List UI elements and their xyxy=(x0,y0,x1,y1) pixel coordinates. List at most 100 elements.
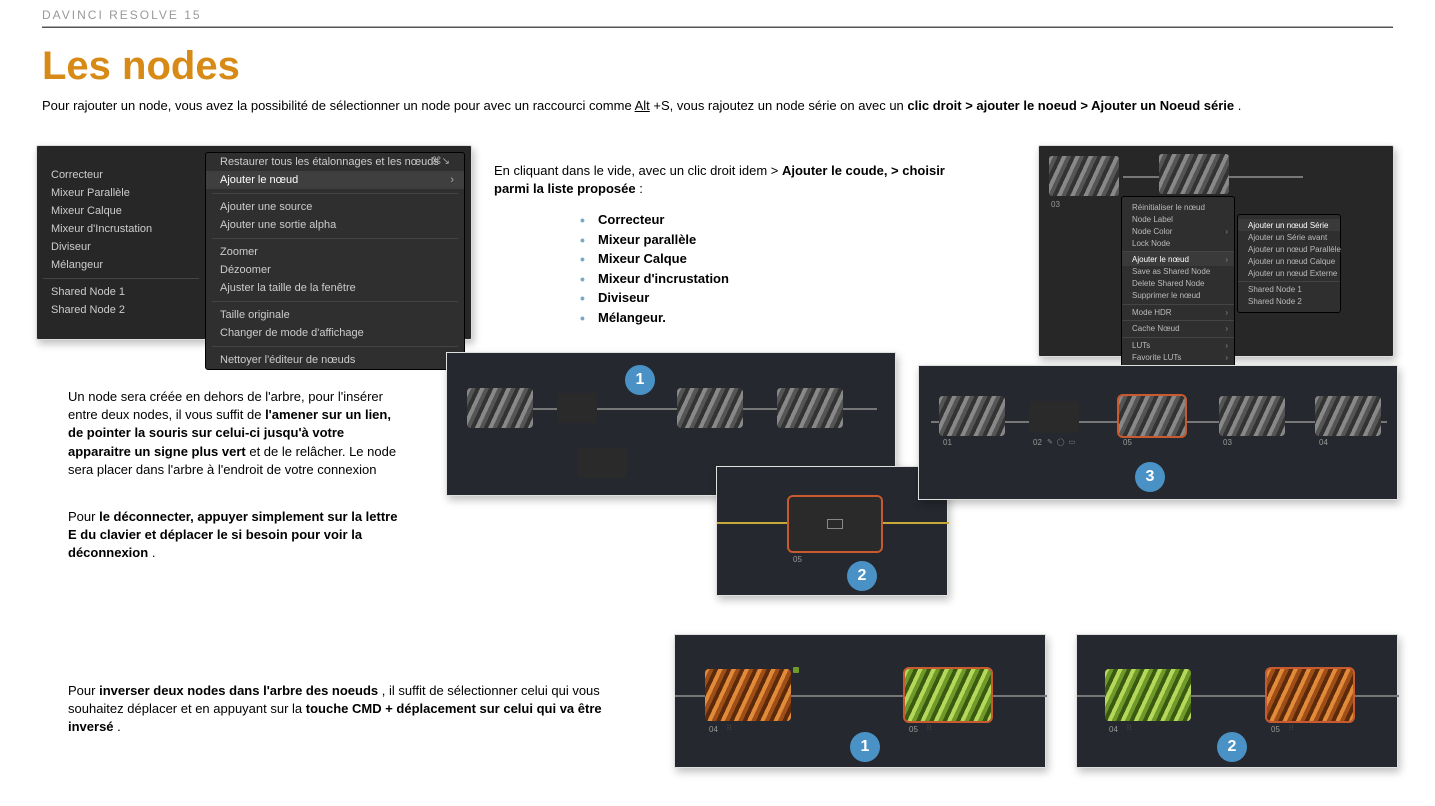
ctx1-left-item[interactable]: Mixeur d'Incrustation xyxy=(37,220,205,238)
para3-a: Pour xyxy=(68,509,99,524)
ctx1-left-column: Correcteur Mixeur Parallèle Mixeur Calqu… xyxy=(37,146,205,339)
ctx1-clean[interactable]: Nettoyer l'éditeur de nœuds xyxy=(206,351,464,369)
ctx2-menu-item[interactable]: Cache Nœud xyxy=(1122,320,1234,335)
badge-1: 1 xyxy=(625,365,655,395)
np5-node-05[interactable] xyxy=(1267,669,1353,721)
ctx1-left-item[interactable]: Shared Node 1 xyxy=(37,283,205,301)
ctx2-menu-item[interactable]: Favorite LUTs xyxy=(1122,351,1234,363)
list-item: Mélangeur. xyxy=(584,308,984,328)
ctx2-submenu-item[interactable]: Shared Node 1 xyxy=(1238,281,1340,296)
ctx2-menu-item[interactable]: Réinitialiser le nœud xyxy=(1122,201,1234,213)
header-rule xyxy=(42,26,1393,28)
intro-alt-key: Alt xyxy=(635,98,650,113)
ctx1-add-source[interactable]: Ajouter une source xyxy=(206,198,464,216)
np3-node[interactable] xyxy=(1029,401,1079,433)
ctx1-left-item[interactable]: Mélangeur xyxy=(37,256,205,274)
ctx1-zoom-in[interactable]: Zoomer xyxy=(206,243,464,261)
node-panel-4: 04 ⫶⫶ 05 ⫶⫶ 1 xyxy=(674,634,1046,768)
np2-node-label: 05 xyxy=(793,555,802,564)
list-item: Diviseur xyxy=(584,288,984,308)
np3-label: 01 xyxy=(943,438,952,447)
np3-node[interactable] xyxy=(1219,396,1285,436)
np3-icons: ✎ ◯ ▭ xyxy=(1047,438,1076,446)
np4-node-04[interactable] xyxy=(705,669,791,721)
ctx1-left-item[interactable]: Diviseur xyxy=(37,238,205,256)
paragraph-disconnect: Pour le déconnecter, appuyer simplement … xyxy=(68,508,408,563)
node-panel-5: 04 ⫶⫶ 05 ⫶⫶ 2 xyxy=(1076,634,1398,768)
np1-node[interactable] xyxy=(467,388,533,428)
ctx2-thumb-right xyxy=(1159,154,1229,194)
np5-icons: ⫶⫶ xyxy=(1127,725,1133,733)
ctx2-menu-item[interactable]: Node Color xyxy=(1122,225,1234,237)
list-item: Mixeur Calque xyxy=(584,249,984,269)
ctx2-menu-item[interactable]: Lock Node xyxy=(1122,237,1234,249)
np3-node[interactable] xyxy=(1315,396,1381,436)
ctx2-menu-item[interactable]: Supprimer le nœud xyxy=(1122,290,1234,302)
para3-b: le déconnecter, appuyer simplement sur l… xyxy=(68,509,397,560)
np1-node[interactable] xyxy=(777,388,843,428)
np5-label: 05 xyxy=(1271,725,1280,734)
intro-bold: clic droit > ajouter le noeud > Ajouter … xyxy=(907,98,1234,113)
np4-node-05[interactable] xyxy=(905,669,991,721)
ctx1-fit[interactable]: Ajuster la taille de la fenêtre xyxy=(206,279,464,297)
ctx2-submenu-item[interactable]: Ajouter un Série avant xyxy=(1238,231,1340,243)
para4-b: inverser deux nodes dans l'arbre des noe… xyxy=(99,683,378,698)
ctx2-submenu-item[interactable]: Ajouter un nœud Parallèle xyxy=(1238,243,1340,255)
ctx1-display-mode[interactable]: Changer de mode d'affichage xyxy=(206,324,464,342)
paragraph-swap-nodes: Pour inverser deux nodes dans l'arbre de… xyxy=(68,682,628,737)
np5-node-04[interactable] xyxy=(1105,669,1191,721)
ctx1-right-column: Restaurer tous les étalonnages et les nœ… xyxy=(205,152,465,370)
page-title: Les nodes xyxy=(42,44,1393,89)
para4-e: . xyxy=(117,719,121,734)
node-type-list: Correcteur Mixeur parallèle Mixeur Calqu… xyxy=(584,210,984,327)
ctx2-menu-item[interactable]: Save as Shared Node xyxy=(1122,266,1234,278)
np3-node-05[interactable] xyxy=(1119,396,1185,436)
paragraph-insert-node: Un node sera créée en dehors de l'arbre,… xyxy=(68,388,408,479)
ctx1-zoom-out[interactable]: Dézoomer xyxy=(206,261,464,279)
ctx2-menu-item[interactable]: LUTs xyxy=(1122,337,1234,352)
badge-2: 2 xyxy=(847,561,877,591)
ctx1-original-size[interactable]: Taille originale xyxy=(206,306,464,324)
ctx1-restore-label: Restaurer tous les étalonnages et les nœ… xyxy=(220,156,439,168)
ctx2-submenu-item[interactable]: Ajouter un nœud Calque xyxy=(1238,255,1340,267)
ctx1-add-node-label: Ajouter le nœud xyxy=(220,174,298,186)
context-menu-left: Correcteur Mixeur Parallèle Mixeur Calqu… xyxy=(36,145,472,340)
ctx1-restore[interactable]: Restaurer tous les étalonnages et les nœ… xyxy=(206,153,464,171)
badge-3: 3 xyxy=(1135,462,1165,492)
paragraph-click-empty: En cliquant dans le vide, avec un clic d… xyxy=(494,162,974,198)
ctx2-submenu-item[interactable]: Shared Node 2 xyxy=(1238,296,1340,308)
ctx2-submenu-item[interactable]: Ajouter un nœud Série xyxy=(1238,219,1340,231)
intro-text-a: Pour rajouter un node, vous avez la poss… xyxy=(42,98,635,113)
np2-node-05[interactable] xyxy=(789,497,881,551)
badge-4: 1 xyxy=(850,732,880,762)
list-item: Mixeur d'incrustation xyxy=(584,269,984,289)
para1-c: : xyxy=(639,181,643,196)
np3-label: 02 xyxy=(1033,438,1042,447)
ctx2-menu-item[interactable]: Ajouter le nœud xyxy=(1122,251,1234,266)
ctx1-restore-shortcut: ⌘↘ xyxy=(432,156,450,167)
np1-loose-node[interactable] xyxy=(577,448,627,478)
ctx1-add-node[interactable]: Ajouter le nœud xyxy=(206,171,464,189)
np1-node[interactable] xyxy=(677,388,743,428)
ctx1-left-item[interactable]: Correcteur xyxy=(37,166,205,184)
ctx1-add-alpha[interactable]: Ajouter une sortie alpha xyxy=(206,216,464,234)
np3-node[interactable] xyxy=(939,396,1005,436)
context-menu-right: 03 Réinitialiser le nœudNode LabelNode C… xyxy=(1038,145,1394,357)
ctx2-menu-secondary: Ajouter un nœud SérieAjouter un Série av… xyxy=(1237,214,1341,313)
np5-label: 04 xyxy=(1109,725,1118,734)
ctx2-menu-item[interactable]: Delete Shared Node xyxy=(1122,278,1234,290)
ctx1-left-item[interactable]: Shared Node 2 xyxy=(37,301,205,319)
doc-header: DAVINCI RESOLVE 15 xyxy=(0,0,1435,26)
np5-icons: ⫶⫶ xyxy=(1289,725,1295,733)
node-panel-3: 01 02 ✎ ◯ ▭ 05 03 04 3 xyxy=(918,365,1398,500)
para1-a: En cliquant dans le vide, avec un clic d… xyxy=(494,163,782,178)
np1-node[interactable] xyxy=(557,393,597,423)
intro-text-d: . xyxy=(1238,98,1242,113)
ctx1-left-item[interactable]: Mixeur Parallèle xyxy=(37,184,205,202)
ctx2-submenu-item[interactable]: Ajouter un nœud Externe xyxy=(1238,267,1340,279)
ctx2-menu-item[interactable]: Mode HDR xyxy=(1122,304,1234,319)
ctx2-menu-item[interactable]: Node Label xyxy=(1122,213,1234,225)
list-item: Correcteur xyxy=(584,210,984,230)
np4-label: 04 xyxy=(709,725,718,734)
ctx1-left-item[interactable]: Mixeur Calque xyxy=(37,202,205,220)
